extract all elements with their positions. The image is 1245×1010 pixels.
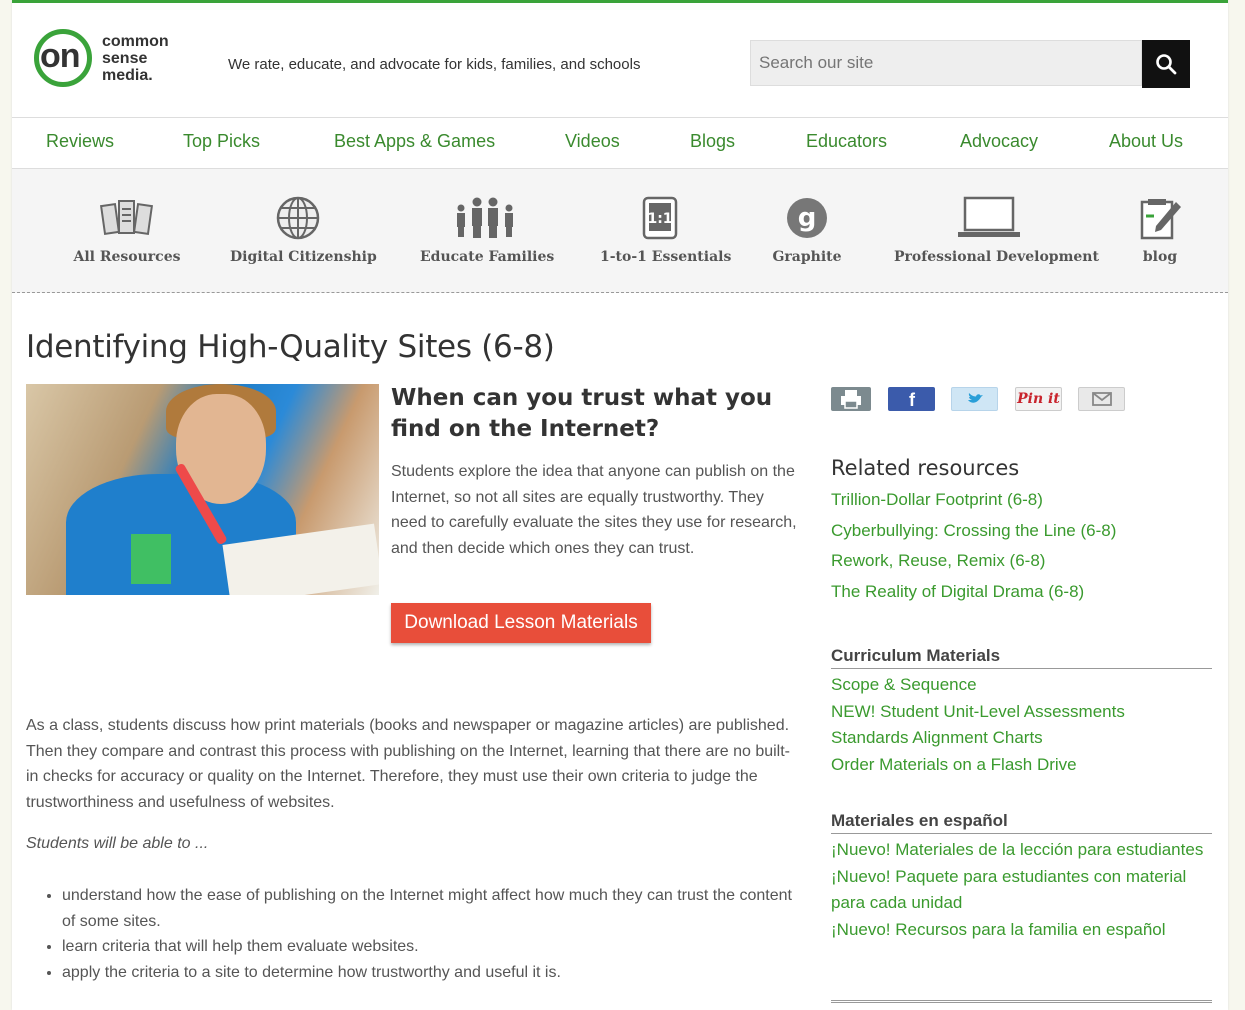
subnav-label: Digital Citizenship	[230, 249, 377, 265]
subnav-1-to-1-essentials[interactable]: 1:1 1-to-1 Essentials	[600, 193, 732, 265]
related-link[interactable]: The Reality of Digital Drama (6-8)	[831, 582, 1084, 601]
subnav-label: 1-to-1 Essentials	[600, 249, 732, 265]
list-item: Order Materials on a Flash Drive	[831, 752, 1125, 779]
list-item: ¡Nuevo! Paquete para estudiantes con mat…	[831, 864, 1216, 917]
logo-line-2: sense	[102, 50, 148, 67]
curriculum-link[interactable]: Standards Alignment Charts	[831, 728, 1043, 747]
page: on common sense media. We rate, educate,…	[12, 0, 1228, 1010]
twitter-share-button[interactable]	[951, 387, 998, 411]
one-to-one-icon: 1:1	[642, 196, 678, 240]
subnav-blog[interactable]: blog	[1132, 193, 1188, 265]
page-title: Identifying High-Quality Sites (6-8)	[26, 329, 555, 365]
nav-videos[interactable]: Videos	[565, 131, 620, 152]
facebook-icon: f	[909, 390, 916, 410]
list-item: The Reality of Digital Drama (6-8)	[831, 582, 1116, 613]
lesson-question: When can you trust what you find on the …	[391, 385, 773, 442]
subnav-professional-development[interactable]: Professional Development	[894, 193, 1099, 265]
related-resources-list: Trillion-Dollar Footprint (6-8) Cyberbul…	[831, 490, 1116, 612]
curriculum-link[interactable]: NEW! Student Unit-Level Assessments	[831, 702, 1125, 721]
curriculum-materials-list: Scope & Sequence NEW! Student Unit-Level…	[831, 672, 1125, 778]
list-item: Rework, Reuse, Remix (6-8)	[831, 551, 1116, 582]
logo-on-text: on	[40, 37, 81, 75]
list-item: Standards Alignment Charts	[831, 725, 1125, 752]
facebook-share-button[interactable]: f	[888, 387, 935, 411]
list-item: ¡Nuevo! Recursos para la familia en espa…	[831, 917, 1216, 944]
print-button[interactable]	[831, 387, 871, 411]
educator-subnav: All Resources Digital Citizenship Educat…	[12, 169, 1228, 293]
common-sense-logo[interactable]: on common sense media.	[34, 29, 184, 99]
envelope-icon	[1091, 392, 1112, 406]
lesson-description: Students explore the idea that anyone ca…	[391, 463, 797, 557]
curriculum-materials-title: Curriculum Materials	[831, 646, 1212, 669]
logo-line-3: media.	[102, 67, 153, 84]
nav-advocacy[interactable]: Advocacy	[960, 131, 1038, 152]
lesson-hero-image	[26, 384, 379, 595]
list-item: Trillion-Dollar Footprint (6-8)	[831, 490, 1116, 521]
subnav-label: Graphite	[772, 249, 842, 265]
svg-text:1:1: 1:1	[647, 211, 672, 227]
tagline: We rate, educate, and advocate for kids,…	[228, 56, 641, 73]
materiales-espanol-list: ¡Nuevo! Materiales de la lección para es…	[831, 837, 1216, 943]
nav-best-apps-games[interactable]: Best Apps & Games	[334, 131, 495, 152]
search-box	[750, 40, 1142, 86]
related-link[interactable]: Trillion-Dollar Footprint (6-8)	[831, 490, 1043, 509]
objectives-list: understand how the ease of publishing on…	[26, 883, 801, 985]
svg-text:g: g	[798, 203, 817, 233]
pinterest-share-button[interactable]: Pin it	[1015, 387, 1062, 411]
nav-about-us[interactable]: About Us	[1109, 131, 1183, 152]
twitter-bird-icon	[967, 393, 983, 403]
main-nav: Reviews Top Picks Best Apps & Games Vide…	[12, 117, 1228, 169]
nav-blogs[interactable]: Blogs	[690, 131, 735, 152]
espanol-link[interactable]: ¡Nuevo! Recursos para la familia en espa…	[831, 920, 1166, 939]
nav-top-picks[interactable]: Top Picks	[183, 131, 260, 152]
related-resources-title: Related resources	[831, 456, 1020, 480]
nav-educators[interactable]: Educators	[806, 131, 887, 152]
family-icon	[457, 197, 513, 238]
related-link[interactable]: Cyberbullying: Crossing the Line (6-8)	[831, 521, 1116, 540]
nav-reviews[interactable]: Reviews	[46, 131, 114, 152]
logo-line-1: common	[102, 33, 169, 50]
laptop-icon	[958, 196, 1020, 237]
related-link[interactable]: Rework, Reuse, Remix (6-8)	[831, 551, 1045, 570]
subnav-label: Professional Development	[894, 249, 1099, 265]
espanol-link[interactable]: ¡Nuevo! Materiales de la lección para es…	[831, 840, 1203, 859]
header: on common sense media. We rate, educate,…	[12, 11, 1228, 117]
subnav-label: All Resources	[73, 249, 181, 265]
graphite-g-icon: g	[787, 198, 827, 238]
list-item: Scope & Sequence	[831, 672, 1125, 699]
subnav-all-resources[interactable]: All Resources	[72, 193, 182, 265]
subnav-label: Educate Families	[420, 249, 555, 265]
search-icon	[1156, 54, 1177, 75]
logo-wordmark: common sense media.	[102, 33, 169, 84]
divider	[831, 1000, 1212, 1003]
objectives-intro: Students will be able to ...	[26, 835, 209, 852]
printer-icon	[841, 390, 861, 409]
list-item: Cyberbullying: Crossing the Line (6-8)	[831, 521, 1116, 552]
curriculum-link[interactable]: Scope & Sequence	[831, 675, 977, 694]
svg-text:f: f	[909, 390, 916, 410]
subnav-label: blog	[1142, 249, 1178, 265]
download-lesson-button[interactable]: Download Lesson Materials	[391, 603, 651, 643]
subnav-digital-citizenship[interactable]: Digital Citizenship	[230, 193, 377, 265]
lesson-body: As a class, students discuss how print m…	[26, 717, 790, 811]
subnav-educate-families[interactable]: Educate Families	[420, 193, 555, 265]
list-item: learn criteria that will help them evalu…	[62, 934, 801, 960]
subnav-graphite[interactable]: g Graphite	[772, 193, 842, 265]
list-item: apply the criteria to a site to determin…	[62, 960, 801, 986]
curriculum-link[interactable]: Order Materials on a Flash Drive	[831, 755, 1077, 774]
email-share-button[interactable]	[1078, 387, 1125, 411]
espanol-link[interactable]: ¡Nuevo! Paquete para estudiantes con mat…	[831, 867, 1186, 913]
list-item: understand how the ease of publishing on…	[62, 883, 801, 934]
list-item: NEW! Student Unit-Level Assessments	[831, 699, 1125, 726]
notepad-pencil-icon	[1140, 199, 1181, 240]
search-input[interactable]	[751, 41, 1141, 85]
search-button[interactable]	[1142, 40, 1190, 88]
materiales-espanol-title: Materiales en español	[831, 811, 1212, 834]
list-item: ¡Nuevo! Materiales de la lección para es…	[831, 837, 1216, 864]
stacked-papers-icon	[99, 200, 154, 235]
globe-icon	[276, 196, 320, 240]
